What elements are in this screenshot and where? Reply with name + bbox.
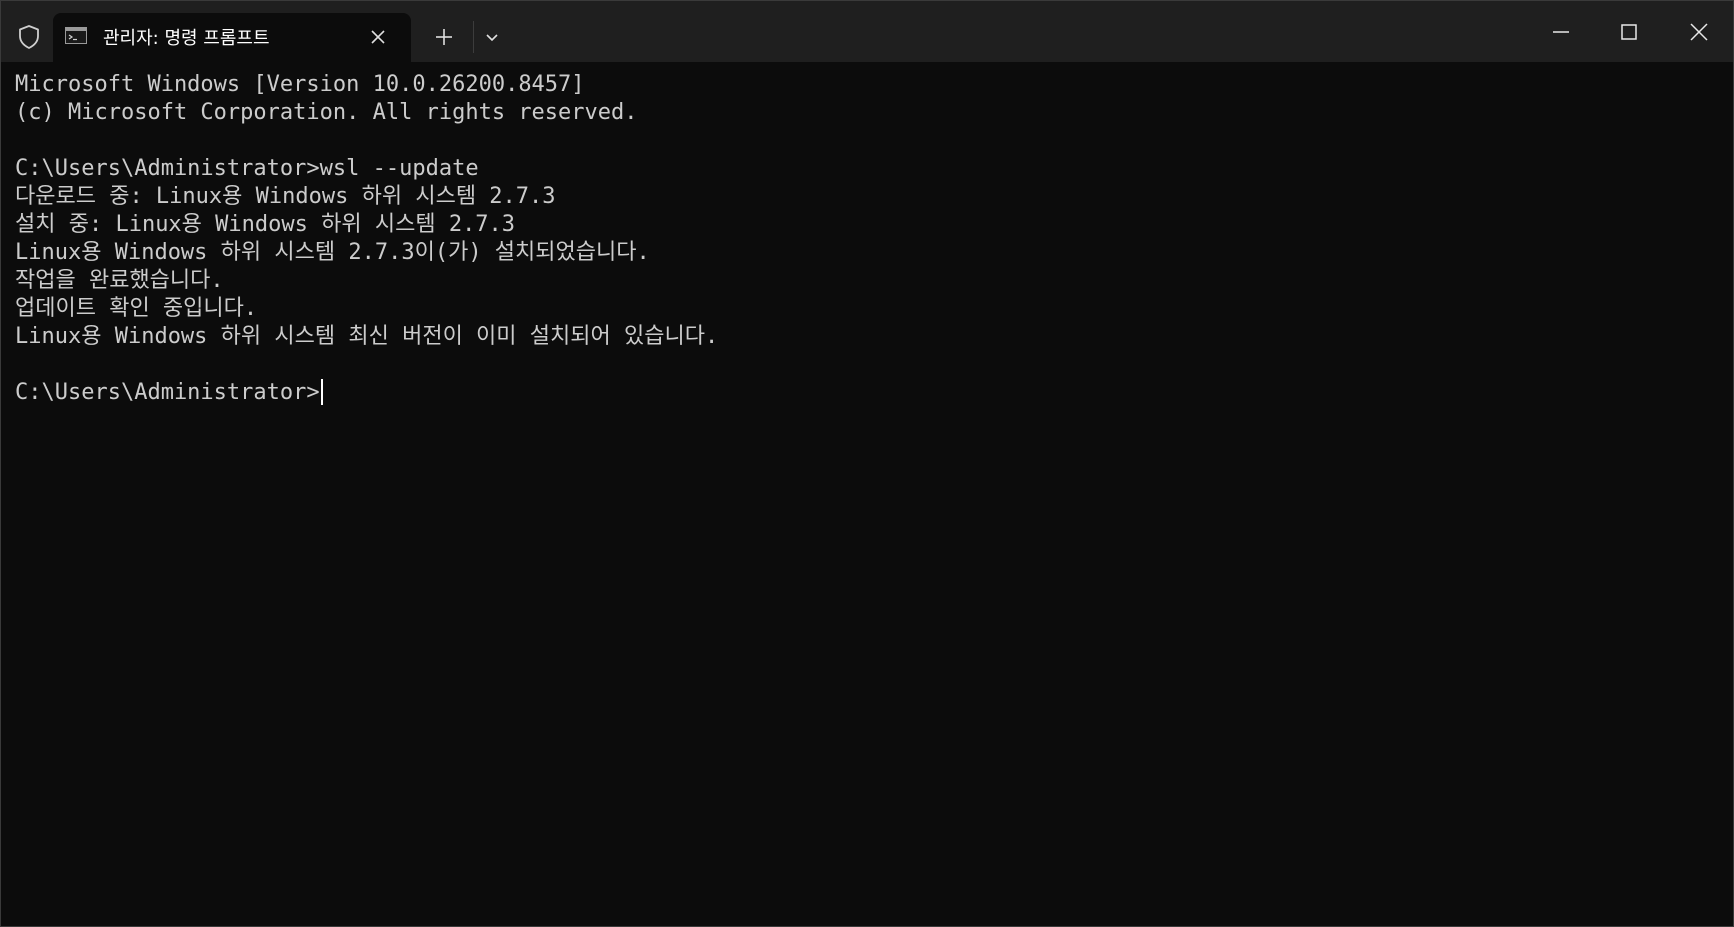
console-line: Microsoft Windows [Version 10.0.26200.84… (15, 72, 585, 97)
prompt-line[interactable]: C:\Users\Administrator> (15, 379, 1715, 407)
console-line: C:\Users\Administrator>wsl --update (15, 156, 479, 181)
maximize-button[interactable] (1595, 1, 1663, 62)
shield-icon (15, 23, 43, 51)
console-line: 업데이트 확인 중입니다. (15, 296, 258, 321)
tab-command-prompt[interactable]: 관리자: 명령 프롬프트 (53, 13, 411, 62)
chevron-down-icon[interactable] (479, 24, 505, 50)
close-tab-icon[interactable] (365, 24, 391, 50)
console-line: (c) Microsoft Corporation. All rights re… (15, 100, 638, 125)
close-icon (1690, 23, 1708, 41)
terminal-icon (65, 27, 87, 44)
minimize-icon (1553, 31, 1569, 33)
console-line: Linux용 Windows 하위 시스템 최신 버전이 이미 설치되어 있습니… (15, 324, 719, 349)
maximize-icon (1621, 24, 1637, 40)
titlebar-divider (473, 21, 474, 53)
vertical-scrollbar[interactable] (1721, 62, 1731, 922)
close-window-button[interactable] (1665, 1, 1733, 62)
terminal-window: 관리자: 명령 프롬프트 Microsoft Windows [Version … (0, 0, 1734, 927)
console-line: 설치 중: Linux용 Windows 하위 시스템 2.7.3 (15, 212, 516, 237)
title-bar[interactable]: 관리자: 명령 프롬프트 (1, 1, 1733, 62)
console-line: Linux용 Windows 하위 시스템 2.7.3이(가) 설치되었습니다. (15, 240, 650, 265)
text-cursor (320, 379, 323, 405)
new-tab-plus-icon[interactable] (431, 24, 457, 50)
console-output[interactable]: Microsoft Windows [Version 10.0.26200.84… (15, 71, 1715, 911)
console-line: 다운로드 중: Linux용 Windows 하위 시스템 2.7.3 (15, 184, 556, 209)
minimize-button[interactable] (1527, 1, 1595, 62)
tab-title: 관리자: 명령 프롬프트 (103, 28, 270, 49)
console-line: 작업을 완료했습니다. (15, 268, 224, 293)
prompt-text: C:\Users\Administrator> (15, 380, 320, 405)
